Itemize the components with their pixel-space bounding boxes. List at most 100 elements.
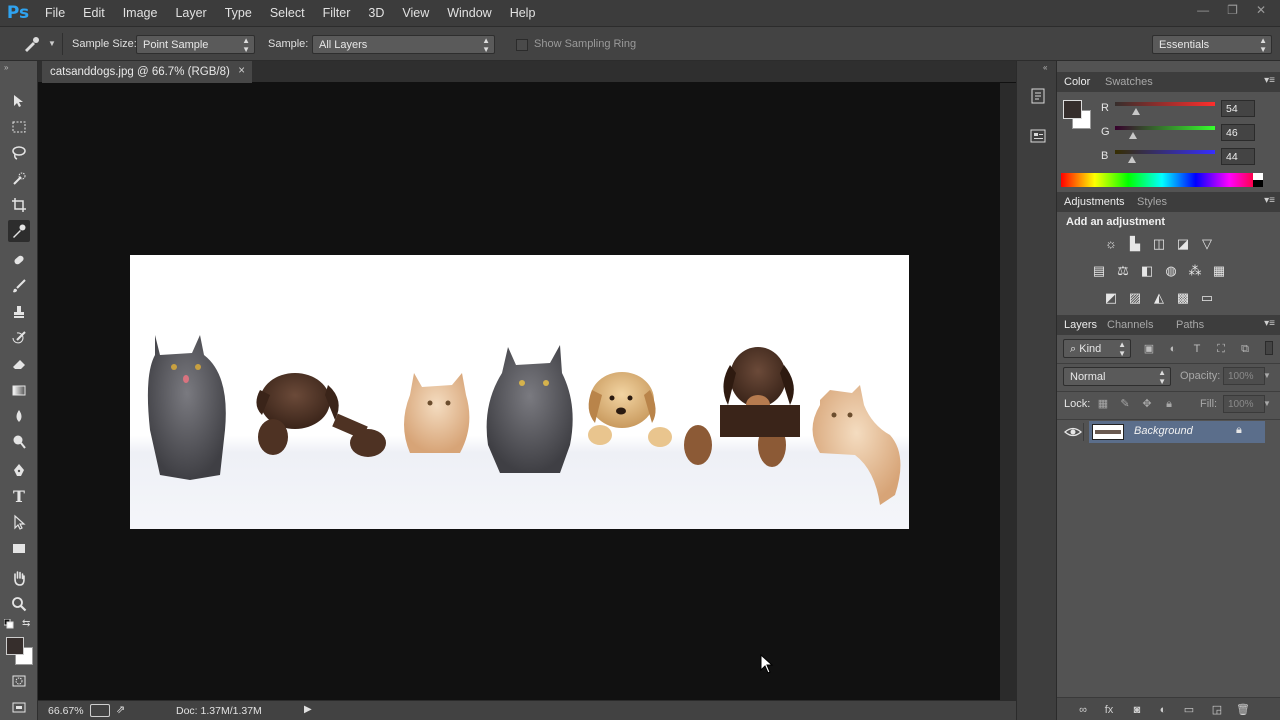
delete-layer-icon[interactable]: 🗑︎ — [1235, 702, 1251, 718]
color-balance-icon[interactable]: ⚖ — [1115, 263, 1131, 279]
eraser-tool-icon[interactable] — [8, 353, 30, 375]
status-menu-arrow-icon[interactable]: ▶ — [304, 704, 312, 715]
panel-menu-icon[interactable]: ▾≡ — [1264, 75, 1275, 86]
restore-button[interactable]: ❐ — [1227, 3, 1238, 17]
close-document-icon[interactable]: × — [238, 65, 245, 77]
adjustment-filter-icon[interactable]: ◐ — [1165, 341, 1181, 357]
color-lookup-icon[interactable]: ▦ — [1211, 263, 1227, 279]
brush-tool-icon[interactable] — [8, 275, 30, 297]
menu-image[interactable]: Image — [114, 6, 167, 20]
exposure-icon[interactable]: ◪ — [1175, 236, 1191, 252]
opacity-dropdown-arrow-icon[interactable]: ▼ — [1263, 371, 1271, 380]
fill-field[interactable]: 100% — [1223, 395, 1265, 413]
dodge-tool-icon[interactable] — [8, 431, 30, 453]
color-spectrum-ramp[interactable] — [1061, 173, 1263, 187]
layer-lock-icon[interactable]: 🔒︎ — [1236, 424, 1242, 437]
channel-mixer-icon[interactable]: ⁂ — [1187, 263, 1203, 279]
screen-mode-icon[interactable] — [8, 697, 30, 719]
b-value-field[interactable]: 44 — [1221, 148, 1255, 165]
layer-name[interactable]: Background — [1134, 425, 1193, 437]
minimize-button[interactable]: — — [1197, 3, 1209, 17]
g-slider-track[interactable] — [1115, 126, 1215, 130]
lock-transparent-icon[interactable]: ▦ — [1095, 396, 1111, 412]
menu-layer[interactable]: Layer — [166, 6, 215, 20]
menu-filter[interactable]: Filter — [314, 6, 360, 20]
r-slider-thumb[interactable] — [1132, 108, 1141, 115]
lock-all-icon[interactable]: 🔒︎ — [1161, 396, 1177, 412]
new-adjustment-layer-icon[interactable]: ◐ — [1155, 702, 1171, 718]
eyedropper-tool-icon[interactable] — [8, 220, 30, 242]
tab-adjustments[interactable]: Adjustments — [1064, 196, 1125, 208]
zoom-level[interactable]: 66.67% — [48, 705, 84, 717]
invert-icon[interactable]: ◩ — [1103, 290, 1119, 306]
r-value-field[interactable]: 54 — [1221, 100, 1255, 117]
g-value-field[interactable]: 46 — [1221, 124, 1255, 141]
menu-3d[interactable]: 3D — [359, 6, 393, 20]
menu-select[interactable]: Select — [261, 6, 314, 20]
vertical-scrollbar[interactable] — [1000, 83, 1016, 700]
brightness-contrast-icon[interactable]: ☼ — [1103, 236, 1119, 252]
lock-position-icon[interactable]: ✥ — [1139, 396, 1155, 412]
share-icon[interactable]: ⇗ — [116, 703, 125, 716]
document-image[interactable] — [130, 255, 909, 529]
layer-visibility-eye-icon[interactable] — [1063, 423, 1083, 441]
threshold-icon[interactable]: ◭ — [1151, 290, 1167, 306]
gradient-map-icon[interactable]: ▭ — [1199, 290, 1215, 306]
add-mask-icon[interactable]: ◙ — [1129, 702, 1145, 718]
layer-filter-kind-select[interactable]: ⌕ Kind ▲ ▼ — [1063, 339, 1131, 358]
menu-window[interactable]: Window — [438, 6, 500, 20]
history-brush-tool-icon[interactable] — [8, 327, 30, 349]
shape-filter-icon[interactable]: ⛶ — [1213, 341, 1229, 357]
swap-colors-icon[interactable]: ⇆ — [22, 618, 30, 629]
path-selection-tool-icon[interactable] — [8, 511, 30, 533]
foreground-color-swatch[interactable] — [6, 637, 24, 655]
sample-size-select[interactable]: Point Sample ▲ ▼ — [136, 35, 255, 54]
type-filter-icon[interactable]: T — [1189, 341, 1205, 357]
panel-menu-icon[interactable]: ▾≡ — [1264, 318, 1275, 329]
zoom-tool-icon[interactable] — [8, 593, 30, 615]
document-tab[interactable]: catsanddogs.jpg @ 66.7% (RGB/8) × — [42, 61, 252, 83]
expand-panels-icon[interactable]: « — [1043, 63, 1047, 72]
black-ramp-swatch[interactable] — [1253, 180, 1263, 187]
g-slider-thumb[interactable] — [1129, 132, 1138, 139]
tab-paths[interactable]: Paths — [1176, 319, 1204, 331]
properties-panel-icon[interactable] — [1029, 127, 1047, 145]
tab-layers[interactable]: Layers — [1064, 319, 1097, 331]
smart-object-filter-icon[interactable]: ⧉ — [1237, 341, 1253, 357]
sample-select[interactable]: All Layers ▲ ▼ — [312, 35, 495, 54]
photo-filter-icon[interactable]: ◍ — [1163, 263, 1179, 279]
blend-mode-select[interactable]: Normal ▲ ▼ — [1063, 367, 1171, 386]
layer-style-icon[interactable]: fx — [1101, 702, 1117, 718]
clone-stamp-tool-icon[interactable] — [8, 301, 30, 323]
filter-toggle[interactable] — [1265, 341, 1273, 355]
show-sampling-ring-checkbox[interactable] — [516, 39, 528, 51]
blur-tool-icon[interactable] — [8, 405, 30, 427]
panel-menu-icon[interactable]: ▾≡ — [1264, 195, 1275, 206]
color-fg-swatch[interactable] — [1063, 100, 1082, 119]
tab-styles[interactable]: Styles — [1137, 196, 1167, 208]
lasso-tool-icon[interactable] — [8, 142, 30, 164]
hue-saturation-icon[interactable]: ▤ — [1091, 263, 1107, 279]
tab-color[interactable]: Color — [1064, 76, 1090, 88]
posterize-icon[interactable]: ▨ — [1127, 290, 1143, 306]
quick-mask-icon[interactable] — [8, 670, 30, 692]
curves-icon[interactable]: ◫ — [1151, 236, 1167, 252]
levels-icon[interactable]: ▙ — [1127, 236, 1143, 252]
link-layers-icon[interactable]: ∞ — [1075, 702, 1091, 718]
type-tool-icon[interactable]: T — [8, 485, 30, 507]
move-tool-icon[interactable] — [8, 90, 30, 112]
default-colors-icon[interactable] — [3, 618, 14, 629]
marquee-tool-icon[interactable] — [8, 116, 30, 138]
b-slider-thumb[interactable] — [1128, 156, 1137, 163]
menu-type[interactable]: Type — [216, 6, 261, 20]
collapse-toolbar-icon[interactable]: » — [4, 63, 8, 72]
preset-dropdown-arrow-icon[interactable]: ▼ — [48, 39, 56, 48]
lock-image-icon[interactable]: ✎ — [1117, 396, 1133, 412]
menu-help[interactable]: Help — [501, 6, 545, 20]
pen-tool-icon[interactable] — [8, 459, 30, 481]
tab-swatches[interactable]: Swatches — [1105, 76, 1153, 88]
rectangle-tool-icon[interactable] — [8, 537, 30, 559]
pixel-filter-icon[interactable]: ▣ — [1141, 341, 1157, 357]
menu-file[interactable]: File — [36, 6, 74, 20]
gradient-tool-icon[interactable] — [8, 379, 30, 401]
